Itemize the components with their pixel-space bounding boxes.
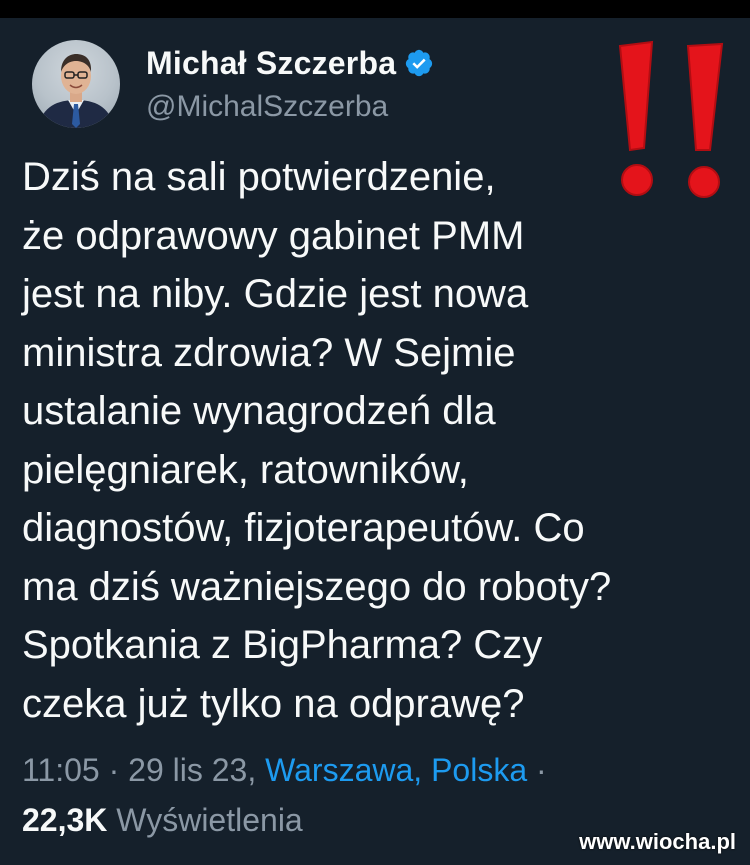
tweet-views[interactable]: 22,3K Wyświetlenia [22, 802, 303, 839]
tweet-text: Dziś na sali potwierdzenie, że odprawowy… [22, 148, 722, 733]
display-name-row: Michał Szczerba [146, 45, 434, 82]
tweet-line: Dziś na sali potwierdzenie, [22, 155, 496, 199]
tweet-line: Spotkania z BigPharma? Czy [22, 623, 543, 667]
tweet-line: pielęgniarek, ratowników, [22, 447, 469, 492]
display-name[interactable]: Michał Szczerba [146, 45, 396, 82]
views-label: Wyświetlenia [116, 802, 303, 838]
tweet-line: czeka już tylko na odprawę? [22, 681, 525, 726]
meta-separator-trailing: · [536, 752, 547, 788]
tweet-line: że odprawowy gabinet PMM [22, 213, 525, 258]
tweet-header: Michał Szczerba @MichalSzczerba [32, 40, 434, 128]
tweet-location-link[interactable]: Warszawa, Polska [265, 752, 527, 788]
tweet-date[interactable]: 29 lis 23, [128, 752, 256, 788]
tweet-time[interactable]: 11:05 [22, 752, 100, 788]
avatar[interactable] [32, 40, 120, 128]
tweet-line: jest na niby. Gdzie jest nowa [22, 272, 529, 316]
tweet-line: ustalanie wynagrodzeń dla [22, 389, 496, 433]
meta-separator: · [108, 752, 120, 788]
author-names: Michał Szczerba @MichalSzczerba [146, 45, 434, 124]
tweet-line: ministra zdrowia? W Sejmie [22, 330, 516, 375]
views-count: 22,3K [22, 802, 108, 838]
author-handle[interactable]: @MichalSzczerba [146, 90, 434, 124]
tweet-line: diagnostów, fizjoterapeutów. Co [22, 506, 585, 550]
top-strip [0, 0, 750, 18]
avatar-portrait [38, 54, 114, 128]
tweet-line: ma dziś ważniejszego do roboty? [22, 564, 612, 609]
tweet-meta: 11:05 · 29 lis 23, Warszawa, Polska · [22, 752, 547, 789]
verified-badge-icon [406, 49, 433, 77]
watermark: www.wiocha.pl [579, 829, 736, 854]
